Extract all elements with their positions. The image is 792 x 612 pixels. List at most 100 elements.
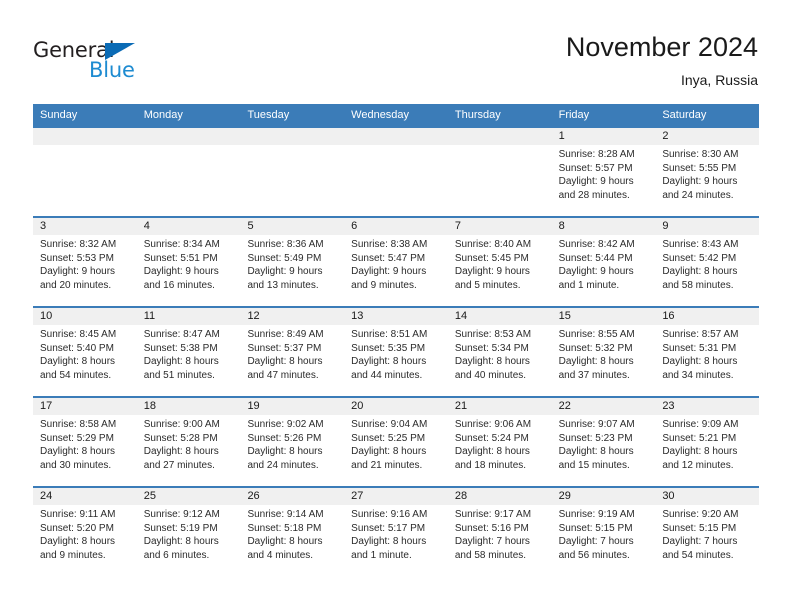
sunset-text: Sunset: 5:18 PM bbox=[247, 522, 322, 534]
day-cell[interactable]: 2 Sunrise: 8:30 AM Sunset: 5:55 PM Dayli… bbox=[655, 128, 760, 216]
sunrise-text: Sunrise: 8:32 AM bbox=[40, 239, 117, 250]
day-cell[interactable]: 4 Sunrise: 8:34 AM Sunset: 5:51 PM Dayli… bbox=[136, 218, 241, 306]
daylight-text-line2: and 18 minutes. bbox=[454, 459, 527, 471]
day-details: Sunrise: 9:17 AM Sunset: 5:16 PM Dayligh… bbox=[448, 505, 552, 562]
day-number: 27 bbox=[344, 488, 448, 505]
day-number: 3 bbox=[33, 218, 137, 235]
daylight-text-line2: and 15 minutes. bbox=[558, 459, 630, 471]
day-cell[interactable]: 18 Sunrise: 9:00 AM Sunset: 5:28 PM Dayl… bbox=[136, 398, 241, 486]
day-cell[interactable]: 26 Sunrise: 9:14 AM Sunset: 5:18 PM Dayl… bbox=[240, 488, 345, 576]
day-cell[interactable] bbox=[33, 128, 137, 216]
daylight-text-line1: Daylight: 9 hours bbox=[662, 176, 738, 187]
sunset-text: Sunset: 5:24 PM bbox=[454, 432, 529, 444]
day-cell[interactable]: 1 Sunrise: 8:28 AM Sunset: 5:57 PM Dayli… bbox=[551, 128, 656, 216]
sunrise-text: Sunrise: 8:28 AM bbox=[558, 149, 635, 160]
day-details: Sunrise: 9:16 AM Sunset: 5:17 PM Dayligh… bbox=[344, 505, 448, 562]
day-details: Sunrise: 8:49 AM Sunset: 5:37 PM Dayligh… bbox=[240, 325, 344, 382]
day-details: Sunrise: 9:12 AM Sunset: 5:19 PM Dayligh… bbox=[137, 505, 241, 562]
day-cell[interactable]: 16 Sunrise: 8:57 AM Sunset: 5:31 PM Dayl… bbox=[655, 308, 760, 396]
day-cell[interactable]: 6 Sunrise: 8:38 AM Sunset: 5:47 PM Dayli… bbox=[344, 218, 448, 306]
sunrise-text: Sunrise: 8:49 AM bbox=[247, 329, 324, 340]
day-number: 11 bbox=[136, 308, 241, 325]
day-details: Sunrise: 9:00 AM Sunset: 5:28 PM Dayligh… bbox=[137, 415, 241, 472]
day-cell[interactable]: 25 Sunrise: 9:12 AM Sunset: 5:19 PM Dayl… bbox=[136, 488, 241, 576]
daylight-text-line1: Daylight: 8 hours bbox=[40, 536, 116, 547]
day-cell[interactable]: 5 Sunrise: 8:36 AM Sunset: 5:49 PM Dayli… bbox=[240, 218, 345, 306]
day-cell[interactable]: 28 Sunrise: 9:17 AM Sunset: 5:16 PM Dayl… bbox=[447, 488, 552, 576]
sunset-text: Sunset: 5:15 PM bbox=[662, 522, 737, 534]
day-cell[interactable]: 27 Sunrise: 9:16 AM Sunset: 5:17 PM Dayl… bbox=[344, 488, 448, 576]
week-row: 3 Sunrise: 8:32 AM Sunset: 5:53 PM Dayli… bbox=[33, 216, 760, 306]
day-cell[interactable]: 13 Sunrise: 8:51 AM Sunset: 5:35 PM Dayl… bbox=[344, 308, 448, 396]
day-cell[interactable]: 24 Sunrise: 9:11 AM Sunset: 5:20 PM Dayl… bbox=[33, 488, 137, 576]
day-number: 4 bbox=[136, 218, 241, 235]
day-cell[interactable] bbox=[447, 128, 552, 216]
sunset-text: Sunset: 5:16 PM bbox=[454, 522, 529, 534]
sunrise-text: Sunrise: 9:11 AM bbox=[40, 509, 116, 520]
daylight-text-line1: Daylight: 8 hours bbox=[454, 356, 530, 367]
daylight-text-line2: and 20 minutes. bbox=[40, 279, 112, 291]
day-details: Sunrise: 8:55 AM Sunset: 5:32 PM Dayligh… bbox=[552, 325, 656, 382]
day-cell[interactable]: 14 Sunrise: 8:53 AM Sunset: 5:34 PM Dayl… bbox=[447, 308, 552, 396]
week-row: 10 Sunrise: 8:45 AM Sunset: 5:40 PM Dayl… bbox=[33, 306, 760, 396]
week-row: 17 Sunrise: 8:58 AM Sunset: 5:29 PM Dayl… bbox=[33, 396, 760, 486]
sunrise-text: Sunrise: 8:47 AM bbox=[143, 329, 220, 340]
day-cell[interactable]: 15 Sunrise: 8:55 AM Sunset: 5:32 PM Dayl… bbox=[551, 308, 656, 396]
sunrise-text: Sunrise: 9:02 AM bbox=[247, 419, 324, 430]
daylight-text-line1: Daylight: 8 hours bbox=[558, 446, 634, 457]
sunrise-text: Sunrise: 8:53 AM bbox=[454, 329, 532, 340]
sunrise-text: Sunrise: 8:58 AM bbox=[40, 419, 117, 430]
day-cell[interactable]: 12 Sunrise: 8:49 AM Sunset: 5:37 PM Dayl… bbox=[240, 308, 345, 396]
day-cell[interactable]: 22 Sunrise: 9:07 AM Sunset: 5:23 PM Dayl… bbox=[551, 398, 656, 486]
daylight-text-line2: and 30 minutes. bbox=[40, 459, 112, 471]
daylight-text-line1: Daylight: 8 hours bbox=[662, 356, 738, 367]
day-cell[interactable]: 10 Sunrise: 8:45 AM Sunset: 5:40 PM Dayl… bbox=[33, 308, 137, 396]
day-details: Sunrise: 9:04 AM Sunset: 5:25 PM Dayligh… bbox=[344, 415, 448, 472]
day-cell[interactable] bbox=[136, 128, 241, 216]
day-cell[interactable]: 8 Sunrise: 8:42 AM Sunset: 5:44 PM Dayli… bbox=[551, 218, 656, 306]
weekday-header-row: Sunday Monday Tuesday Wednesday Thursday… bbox=[33, 104, 759, 126]
sunset-text: Sunset: 5:49 PM bbox=[247, 252, 322, 264]
daylight-text-line2: and 56 minutes. bbox=[558, 549, 630, 561]
day-cell[interactable] bbox=[240, 128, 345, 216]
day-cell[interactable]: 11 Sunrise: 8:47 AM Sunset: 5:38 PM Dayl… bbox=[136, 308, 241, 396]
weekday-header-friday: Friday bbox=[558, 109, 590, 121]
sunset-text: Sunset: 5:23 PM bbox=[558, 432, 633, 444]
day-number: 5 bbox=[240, 218, 345, 235]
sunset-text: Sunset: 5:51 PM bbox=[143, 252, 218, 264]
sunrise-text: Sunrise: 8:51 AM bbox=[351, 329, 428, 340]
weekday-header-wednesday: Wednesday bbox=[351, 109, 410, 121]
day-number: 9 bbox=[655, 218, 760, 235]
general-blue-logo[interactable]: General Blue bbox=[33, 38, 173, 82]
day-details: Sunrise: 8:47 AM Sunset: 5:38 PM Dayligh… bbox=[137, 325, 241, 382]
day-number: 21 bbox=[447, 398, 552, 415]
day-cell[interactable]: 21 Sunrise: 9:06 AM Sunset: 5:24 PM Dayl… bbox=[447, 398, 552, 486]
daylight-text-line2: and 54 minutes. bbox=[40, 369, 112, 381]
sunrise-text: Sunrise: 8:38 AM bbox=[351, 239, 428, 250]
page-header: General Blue November 2024 Inya, Russia bbox=[0, 0, 792, 104]
day-cell[interactable]: 9 Sunrise: 8:43 AM Sunset: 5:42 PM Dayli… bbox=[655, 218, 760, 306]
day-cell[interactable]: 17 Sunrise: 8:58 AM Sunset: 5:29 PM Dayl… bbox=[33, 398, 137, 486]
daylight-text-line1: Daylight: 8 hours bbox=[247, 356, 323, 367]
day-cell[interactable] bbox=[344, 128, 448, 216]
day-details: Sunrise: 8:53 AM Sunset: 5:34 PM Dayligh… bbox=[448, 325, 552, 382]
day-details: Sunrise: 9:06 AM Sunset: 5:24 PM Dayligh… bbox=[448, 415, 552, 472]
day-number: 13 bbox=[344, 308, 448, 325]
sunset-text: Sunset: 5:57 PM bbox=[558, 162, 633, 174]
day-cell[interactable]: 23 Sunrise: 9:09 AM Sunset: 5:21 PM Dayl… bbox=[655, 398, 760, 486]
daylight-text-line2: and 16 minutes. bbox=[143, 279, 215, 291]
sunrise-text: Sunrise: 8:36 AM bbox=[247, 239, 324, 250]
day-cell[interactable]: 20 Sunrise: 9:04 AM Sunset: 5:25 PM Dayl… bbox=[344, 398, 448, 486]
day-cell[interactable]: 3 Sunrise: 8:32 AM Sunset: 5:53 PM Dayli… bbox=[33, 218, 137, 306]
day-cell[interactable]: 30 Sunrise: 9:20 AM Sunset: 5:15 PM Dayl… bbox=[655, 488, 760, 576]
daylight-text-line2: and 51 minutes. bbox=[143, 369, 215, 381]
day-number: 18 bbox=[136, 398, 241, 415]
daylight-text-line1: Daylight: 9 hours bbox=[351, 266, 427, 277]
day-cell[interactable]: 29 Sunrise: 9:19 AM Sunset: 5:15 PM Dayl… bbox=[551, 488, 656, 576]
daylight-text-line1: Daylight: 9 hours bbox=[143, 266, 219, 277]
sunset-text: Sunset: 5:37 PM bbox=[247, 342, 322, 354]
day-cell[interactable]: 7 Sunrise: 8:40 AM Sunset: 5:45 PM Dayli… bbox=[447, 218, 552, 306]
sunset-text: Sunset: 5:32 PM bbox=[558, 342, 633, 354]
day-cell[interactable]: 19 Sunrise: 9:02 AM Sunset: 5:26 PM Dayl… bbox=[240, 398, 345, 486]
weekday-header-tuesday: Tuesday bbox=[247, 109, 290, 121]
